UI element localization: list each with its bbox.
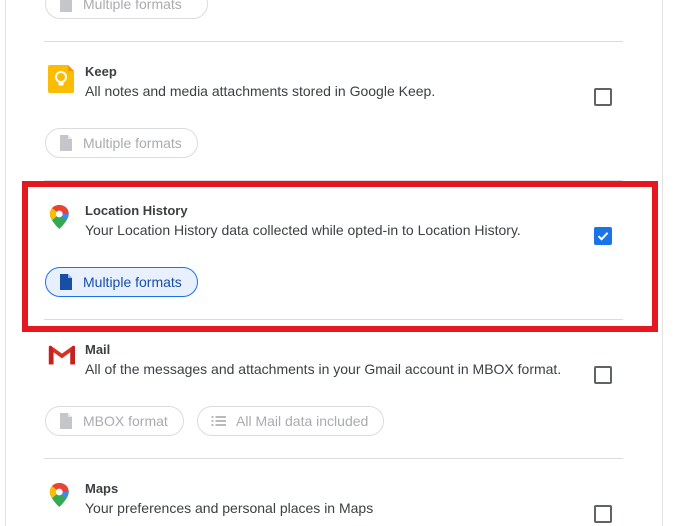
- divider: [44, 319, 623, 320]
- include-location-history-checkbox[interactable]: [594, 227, 612, 245]
- include-maps-checkbox[interactable]: [594, 505, 612, 523]
- check-icon: [597, 232, 609, 241]
- file-icon: [60, 413, 72, 429]
- product-description: All of the messages and attachments in y…: [85, 361, 562, 377]
- include-mail-checkbox[interactable]: [594, 366, 612, 384]
- list-icon: [211, 416, 226, 426]
- chip-label: Multiple formats: [83, 0, 182, 12]
- product-title: Location History: [85, 203, 188, 218]
- file-icon: [60, 135, 72, 151]
- format-chip[interactable]: Multiple formats: [45, 267, 198, 297]
- product-description: All notes and media attachments stored i…: [85, 83, 436, 99]
- card-left-border: [5, 0, 6, 526]
- product-description: Your Location History data collected whi…: [85, 222, 521, 238]
- product-title: Mail: [85, 342, 111, 357]
- divider: [44, 458, 623, 459]
- divider: [44, 41, 623, 42]
- chip-label: All Mail data included: [236, 413, 369, 429]
- product-title: Maps: [85, 481, 119, 496]
- product-title: Keep: [85, 64, 117, 79]
- mail-data-chip: All Mail data included: [197, 406, 385, 436]
- format-chip: Multiple formats: [45, 128, 198, 158]
- divider: [44, 180, 623, 181]
- chip-label: Multiple formats: [83, 274, 182, 290]
- chip-label: MBOX format: [83, 413, 168, 429]
- keep-icon: [48, 65, 74, 93]
- format-chip: MBOX format: [45, 406, 184, 436]
- format-chip-previous: Multiple formats: [45, 0, 208, 19]
- card-right-border: [662, 0, 663, 526]
- include-keep-checkbox[interactable]: [594, 88, 612, 106]
- file-icon: [60, 274, 72, 290]
- product-description: Your preferences and personal places in …: [85, 500, 374, 516]
- maps-pin-icon: [49, 483, 69, 507]
- takeout-product-list: Multiple formats Keep All notes and medi…: [0, 0, 679, 526]
- gmail-icon: [48, 345, 75, 365]
- location-pin-icon: [49, 205, 69, 229]
- chip-label: Multiple formats: [83, 135, 182, 151]
- file-icon: [60, 0, 72, 12]
